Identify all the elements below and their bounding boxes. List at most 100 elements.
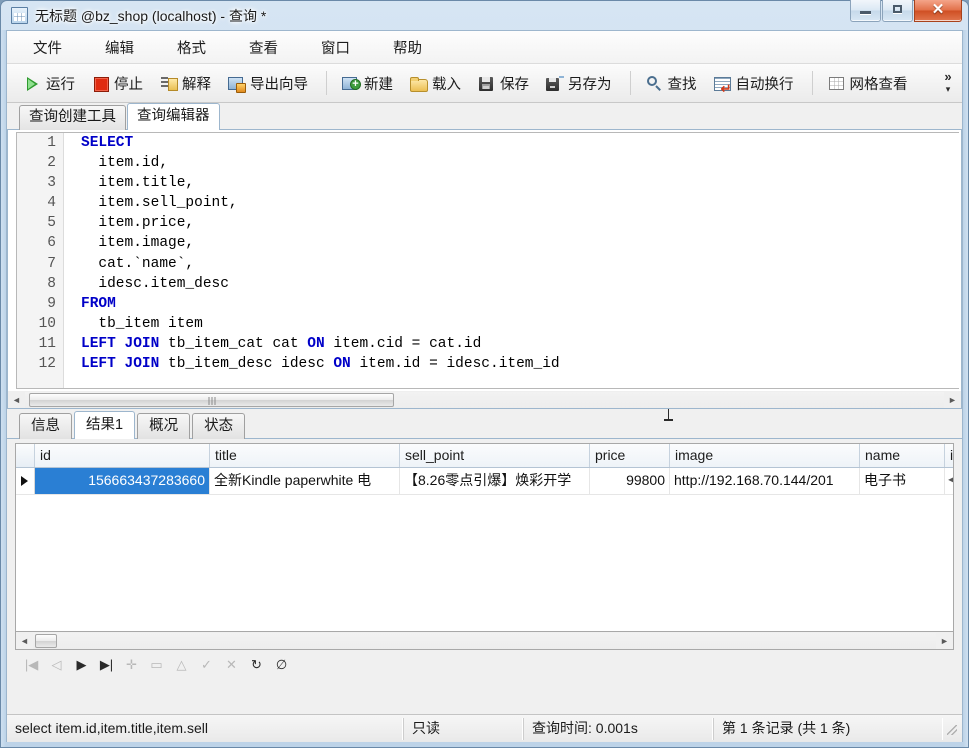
line-number: 7	[17, 254, 63, 274]
record-navigation-bar: |◀ ◁ ▶ ▶| ✛ ▭ △ ✓ ✕ ↻ ∅	[15, 651, 954, 678]
double-chevron-icon: »	[944, 71, 951, 83]
tab-profile[interactable]: 概况	[137, 413, 190, 439]
toolbar-export-wizard-label: 导出向导	[250, 73, 308, 94]
nav-next-record[interactable]: ▶	[69, 654, 94, 676]
cell-price[interactable]: 99800	[590, 468, 670, 494]
nav-insert-record[interactable]: ✛	[119, 654, 144, 676]
maximize-button[interactable]	[882, 0, 913, 22]
menu-edit[interactable]: 编辑	[97, 34, 142, 61]
toolbar-explain[interactable]: 解释	[153, 68, 218, 98]
grid-column-header-name[interactable]: name	[860, 444, 945, 467]
sql-text: item.cid = cat.id	[325, 336, 482, 352]
menu-view[interactable]: 查看	[241, 34, 286, 61]
toolbar-save-as-label: 另存为	[568, 73, 612, 94]
nav-refresh[interactable]: ↻	[244, 654, 269, 676]
sql-code-area[interactable]: SELECT item.id, item.title, item.sell_po…	[64, 133, 959, 388]
cell-title[interactable]: 全新Kindle paperwhite 电	[210, 468, 400, 494]
cell-sell-point[interactable]: 【8.26零点引爆】焕彩开学	[400, 468, 590, 494]
grid-column-header-image[interactable]: image	[670, 444, 860, 467]
toolbar-separator-3	[812, 71, 813, 95]
toolbar-word-wrap[interactable]: 自动换行	[707, 68, 801, 98]
result-grid[interactable]: id title sell_point price image name it …	[15, 443, 954, 632]
toolbar-save[interactable]: 保存	[471, 68, 536, 98]
nav-stop-loading[interactable]: ∅	[269, 654, 294, 676]
export-wizard-icon	[228, 75, 245, 92]
toolbar-save-as[interactable]: 另存为	[539, 68, 619, 98]
cell-item-desc[interactable]: ◄	[945, 468, 954, 494]
editor-scroll-thumb[interactable]	[29, 393, 394, 407]
sql-text: tb_item_desc idesc	[159, 356, 333, 372]
nav-edit-record[interactable]: △	[169, 654, 194, 676]
window-controls: ✕	[849, 0, 962, 22]
line-number: 3	[17, 173, 63, 193]
nav-last-record[interactable]: ▶|	[94, 654, 119, 676]
close-button[interactable]: ✕	[914, 0, 962, 22]
menu-file[interactable]: 文件	[25, 34, 70, 61]
editor-horizontal-scrollbar[interactable]: ◄ ►	[7, 391, 962, 409]
sql-text: tb_item_cat cat	[159, 336, 307, 352]
cell-id[interactable]: 156663437283660	[35, 468, 210, 494]
line-number: 11	[17, 334, 63, 354]
line-number: 8	[17, 274, 63, 294]
toolbar-stop[interactable]: 停止	[85, 68, 150, 98]
sql-keyword: LEFT JOIN	[81, 356, 159, 372]
grid-column-header-item-desc[interactable]: it	[945, 444, 954, 467]
menu-help[interactable]: 帮助	[385, 34, 430, 61]
table-row[interactable]: 156663437283660 全新Kindle paperwhite 电 【8…	[16, 468, 953, 495]
tab-status[interactable]: 状态	[192, 413, 245, 439]
toolbar-new[interactable]: 新建	[335, 68, 400, 98]
application-window: 无标题 @bz_shop (localhost) - 查询 * ✕ 文件 编辑 …	[0, 0, 969, 748]
menu-format[interactable]: 格式	[169, 34, 214, 61]
grid-column-header-sell-point[interactable]: sell_point	[400, 444, 590, 467]
grid-scroll-track[interactable]	[33, 633, 936, 649]
title-bar: 无标题 @bz_shop (localhost) - 查询 * ✕	[6, 1, 963, 30]
tab-info[interactable]: 信息	[19, 413, 72, 439]
results-panel: 信息 结果1 概况 状态 id title sell_point price i…	[7, 409, 962, 678]
toolbar-overflow-button[interactable]: » ▾	[940, 67, 956, 99]
tab-query-builder[interactable]: 查询创建工具	[19, 105, 126, 130]
nav-first-record[interactable]: |◀	[19, 654, 44, 676]
nav-delete-record[interactable]: ▭	[144, 654, 169, 676]
grid-column-header-price[interactable]: price	[590, 444, 670, 467]
grid-scroll-right-icon[interactable]: ►	[936, 633, 953, 649]
toolbar-new-label: 新建	[364, 73, 393, 94]
sql-text: item.sell_point,	[81, 195, 238, 211]
grid-horizontal-scrollbar[interactable]: ◄ ►	[15, 632, 954, 650]
toolbar-load[interactable]: 载入	[403, 68, 468, 98]
sql-keyword: LEFT JOIN	[81, 336, 159, 352]
grid-column-header-title[interactable]: title	[210, 444, 400, 467]
editor-scroll-track[interactable]	[25, 392, 944, 408]
cell-image[interactable]: http://192.168.70.144/201	[670, 468, 860, 494]
nav-cancel-changes[interactable]: ✕	[219, 654, 244, 676]
grid-scroll-thumb[interactable]	[35, 634, 57, 648]
toolbar-export-wizard[interactable]: 导出向导	[221, 68, 315, 98]
toolbar-find[interactable]: 查找	[639, 68, 704, 98]
scroll-grip-icon	[208, 397, 215, 405]
tab-query-editor[interactable]: 查询编辑器	[127, 103, 220, 130]
sql-editor[interactable]: 1 2 3 4 5 6 7 8 9 10 11 12 SELECT item.i…	[16, 132, 959, 389]
toolbar-grid-view[interactable]: 网格查看	[821, 68, 915, 98]
sql-line: item.price,	[64, 213, 959, 233]
tab-result1[interactable]: 结果1	[74, 411, 135, 439]
toolbar-run[interactable]: 运行	[17, 68, 82, 98]
sql-editor-panel: 1 2 3 4 5 6 7 8 9 10 11 12 SELECT item.i…	[7, 130, 962, 391]
result-tab-strip: 信息 结果1 概况 状态	[7, 409, 962, 439]
menu-window[interactable]: 窗口	[313, 34, 358, 61]
sql-line: idesc.item_desc	[64, 274, 959, 294]
grid-column-header-id[interactable]: id	[35, 444, 210, 467]
grid-scroll-left-icon[interactable]: ◄	[16, 633, 33, 649]
nav-previous-record[interactable]: ◁	[44, 654, 69, 676]
toolbar-load-label: 载入	[432, 73, 461, 94]
nav-apply-changes[interactable]: ✓	[194, 654, 219, 676]
cell-name[interactable]: 电子书	[860, 468, 945, 494]
scroll-left-icon[interactable]: ◄	[8, 392, 25, 408]
scroll-right-icon[interactable]: ►	[944, 392, 961, 408]
maximize-icon	[893, 5, 902, 13]
resize-grip-icon[interactable]	[943, 721, 959, 737]
line-number: 5	[17, 213, 63, 233]
sql-line: FROM	[64, 294, 959, 314]
minimize-button[interactable]	[850, 0, 881, 22]
line-number: 4	[17, 193, 63, 213]
sql-line: LEFT JOIN tb_item_desc idesc ON item.id …	[64, 354, 959, 374]
close-icon: ✕	[915, 0, 961, 21]
